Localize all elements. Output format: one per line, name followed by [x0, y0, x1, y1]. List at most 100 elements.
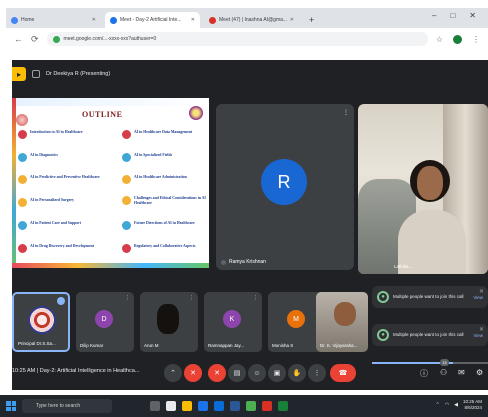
menu-icon[interactable]: ⋮ [472, 35, 480, 44]
reload-icon[interactable]: ⟳ [31, 34, 39, 45]
strip-tile-ramnappan[interactable]: ⋮ K Ramnappan Jay... [204, 292, 262, 352]
word-icon[interactable] [230, 401, 240, 411]
participant-name: Monisha S [272, 343, 294, 348]
volume-icon[interactable]: ◀ [454, 402, 458, 408]
outline-item: Regulatory and Collaborative Aspects [122, 244, 209, 253]
meeting-info: 10:25 AM | Day-2: Artificial Intelligenc… [12, 368, 140, 374]
wifi-icon[interactable]: ◠ [445, 402, 449, 408]
camera-off-button[interactable]: ✕ [208, 364, 226, 382]
join-request-notification[interactable]: ● Multiple people want to join this call… [372, 324, 488, 346]
address-row: ← ⟳ meet.google.com/...-xxxx-xxx?authuse… [6, 28, 488, 50]
outline-item: AI in Personalized Surgery [18, 198, 108, 207]
app-icon[interactable] [278, 401, 288, 411]
strip-tile-vijayaraha[interactable]: Dr. K. Vijayaraha... [316, 292, 368, 352]
bullet-icon [18, 153, 27, 162]
meet-icon [110, 16, 117, 24]
view-button[interactable]: View [473, 333, 483, 338]
participant-tile-ramya[interactable]: ⋮ R Ramya Krishnan [216, 104, 354, 270]
activities-icon[interactable]: ⚙ [476, 368, 483, 377]
more-options-button[interactable]: ⋮ [308, 364, 326, 382]
profile-icon[interactable] [453, 34, 462, 44]
close-icon[interactable]: ✕ [191, 17, 195, 23]
participant-tile-camera[interactable]: Lathika... [358, 104, 488, 274]
people-icon[interactable]: ⚇ [440, 368, 447, 377]
raise-hand-button[interactable]: ✋ [288, 364, 306, 382]
slide-decoration [12, 98, 16, 268]
win-logo-pane [6, 401, 11, 406]
close-window-button[interactable]: ✕ [469, 11, 476, 20]
more-icon[interactable]: ⌃ [164, 364, 182, 382]
more-options-icon[interactable]: ⋮ [253, 295, 258, 301]
present-button[interactable]: ▣ [268, 364, 286, 382]
task-view-icon[interactable] [150, 401, 160, 411]
emoji-button[interactable]: ☺ [248, 364, 266, 382]
mic-off-button[interactable]: ✕ [184, 364, 202, 382]
new-tab-button[interactable]: + [303, 15, 320, 28]
participant-name: Lathika... [394, 264, 413, 269]
outline-item: AI in Specialized Fields [122, 153, 209, 162]
avatar: M [287, 310, 305, 328]
outline-text: AI in Drug Discovery and Development [30, 244, 95, 248]
more-options-icon[interactable]: ⋮ [125, 295, 130, 301]
avatar: R [261, 159, 307, 205]
close-icon[interactable]: ✕ [290, 17, 294, 23]
strip-tile-dilip[interactable]: ⋮ D Dilip Kumar [76, 292, 134, 352]
clock[interactable]: 10:25 AM 8/6/2024 [463, 399, 482, 411]
outline-item: AI in Drug Discovery and Development [18, 244, 108, 253]
notification-text: Multiple people want to join this call [393, 294, 464, 300]
tab-mail[interactable]: Meet (47) | Inashna AI@gma... ✕ [204, 12, 299, 28]
outline-text: AI in Patient Care and Support [30, 221, 82, 225]
participant-photo [157, 304, 179, 334]
tab-label: Home [21, 17, 35, 23]
join-request-notification[interactable]: ● Multiple people want to join this call… [372, 286, 488, 308]
layout-icon[interactable] [32, 70, 40, 78]
site-info-icon[interactable] [52, 35, 60, 43]
address-bar[interactable]: meet.google.com/...-xxxx-xxx?authuser=0 [46, 32, 428, 46]
people-icon: ● [377, 291, 389, 303]
minimize-button[interactable]: – [432, 11, 436, 20]
outline-item: AI in Diagnostics [18, 153, 108, 162]
store-icon[interactable] [214, 401, 224, 411]
leave-call-button[interactable]: ☎ [330, 364, 356, 382]
edge-icon[interactable] [198, 401, 208, 411]
participant-name: Ramnappan Jay... [208, 343, 245, 348]
close-icon[interactable]: ✕ [92, 17, 96, 23]
presenting-bar: ▸ Dr Deekiya R (Presenting) [12, 66, 110, 82]
chat-icon[interactable]: ✉ [458, 368, 465, 377]
file-explorer-icon[interactable] [182, 401, 192, 411]
captions-button[interactable]: ▤ [228, 364, 246, 382]
close-icon[interactable]: ✕ [479, 288, 484, 295]
tab-meet[interactable]: Meet - Day-2 Artificial Inte... ✕ [105, 12, 200, 28]
maximize-button[interactable]: □ [450, 11, 455, 20]
tab-home[interactable]: Home ✕ [6, 12, 101, 28]
strip-tile-principal[interactable]: Principal Dr.S.Sa... [12, 292, 70, 352]
control-bar: 10:25 AM | Day-2: Artificial Intelligenc… [12, 356, 488, 390]
more-options-icon[interactable]: ⋮ [189, 295, 194, 301]
pin-icon[interactable] [57, 297, 65, 305]
meet-window: ▸ Dr Deekiya R (Presenting) OUTLINE Intr… [12, 60, 488, 390]
participant-name: Dr. K. Vijayaraha... [320, 343, 358, 348]
taskbar-search[interactable]: Type here to search [22, 399, 112, 413]
slide-decoration [12, 98, 209, 106]
logo-left [16, 114, 28, 126]
close-icon[interactable]: ✕ [479, 326, 484, 333]
chrome-icon[interactable] [246, 401, 256, 411]
outline-item: Introduction to AI in Healthcare [18, 130, 108, 139]
mic-off-icon [221, 259, 226, 265]
chevron-up-icon[interactable]: ⌃ [436, 402, 440, 408]
logo-right [189, 106, 203, 120]
back-icon[interactable]: ← [14, 34, 23, 44]
presenting-label: Dr Deekiya R (Presenting) [46, 71, 111, 77]
app-icon[interactable] [166, 401, 176, 411]
bullet-icon [122, 196, 131, 205]
outline-text: AI in Diagnostics [30, 153, 58, 157]
star-icon[interactable]: ☆ [436, 35, 443, 44]
bullet-icon [122, 244, 131, 253]
strip-tile-arun[interactable]: ⋮ Arun M [140, 292, 198, 352]
windows-start-icon[interactable] [6, 401, 16, 411]
view-button[interactable]: View [473, 295, 483, 300]
app-icon[interactable] [262, 401, 272, 411]
outline-text: Introduction to AI in Healthcare [30, 130, 83, 134]
more-options-icon[interactable]: ⋮ [343, 109, 349, 116]
info-icon[interactable]: ⓘ [420, 368, 428, 379]
